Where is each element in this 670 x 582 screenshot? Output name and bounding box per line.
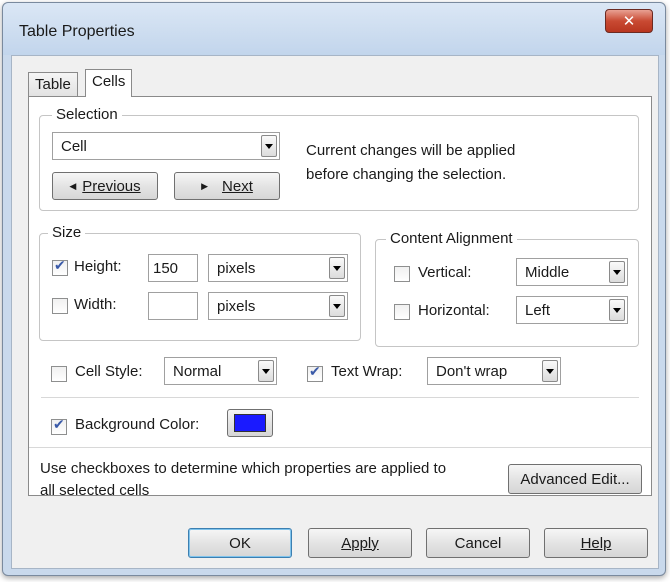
apply-label: Apply: [341, 534, 379, 552]
next-label: Next: [222, 177, 253, 195]
height-checkbox[interactable]: [52, 258, 68, 276]
cell-style-label: Cell Style:: [75, 363, 143, 380]
divider: [29, 447, 651, 448]
chevron-down-icon[interactable]: [261, 135, 277, 157]
chevron-down-icon[interactable]: [329, 257, 345, 279]
width-unit-select[interactable]: pixels: [208, 292, 348, 320]
cell-style-select[interactable]: Normal: [164, 357, 277, 385]
chevron-down-icon[interactable]: [542, 360, 558, 382]
selection-note-line1: Current changes will be applied: [306, 142, 516, 159]
text-wrap-value: Don't wrap: [436, 363, 508, 380]
horizontal-label: Horizontal:: [418, 302, 490, 319]
close-icon: ✕: [622, 12, 636, 30]
advanced-edit-label: Advanced Edit...: [520, 470, 630, 488]
help-label: Help: [580, 534, 612, 552]
height-input[interactable]: 150: [148, 254, 198, 282]
divider: [41, 397, 639, 398]
horizontal-align-value: Left: [525, 302, 551, 319]
vertical-checkbox[interactable]: [394, 266, 410, 282]
footer-note-line2: all selected cells: [40, 482, 150, 499]
width-input[interactable]: [148, 292, 198, 320]
background-color-checkbox[interactable]: [51, 417, 67, 435]
size-legend: Size: [48, 224, 86, 241]
vertical-align-value: Middle: [525, 264, 570, 281]
arrow-right-icon: ▶: [201, 180, 209, 191]
selection-group: Selection Cell ◀ Previous ▶ Next Current…: [39, 106, 639, 211]
title-bar: Table Properties ✕: [3, 3, 665, 55]
tab-table[interactable]: Table: [28, 72, 78, 96]
ok-label: OK: [229, 534, 251, 552]
previous-label: Previous: [82, 177, 141, 195]
text-wrap-checkbox[interactable]: [307, 364, 323, 382]
width-checkbox[interactable]: [52, 298, 68, 314]
color-swatch: [234, 414, 266, 432]
cell-style-checkbox[interactable]: [51, 366, 67, 382]
cancel-label: Cancel: [454, 534, 502, 552]
width-unit-value: pixels: [217, 298, 256, 315]
chevron-down-icon[interactable]: [609, 261, 625, 283]
width-label: Width:: [74, 296, 117, 313]
content-alignment-group: Content Alignment Vertical: Middle Horiz…: [375, 230, 639, 347]
cells-tab-panel: Selection Cell ◀ Previous ▶ Next Current…: [28, 96, 652, 496]
tab-cells[interactable]: Cells: [85, 69, 133, 97]
text-wrap-label: Text Wrap:: [331, 363, 403, 380]
selection-combo-value: Cell: [61, 138, 87, 155]
advanced-edit-button[interactable]: Advanced Edit...: [508, 464, 642, 494]
vertical-align-select[interactable]: Middle: [516, 258, 628, 286]
footer-note-line1: Use checkboxes to determine which proper…: [40, 460, 447, 477]
apply-button[interactable]: Apply: [308, 528, 412, 558]
height-label: Height:: [74, 258, 122, 275]
height-unit-value: pixels: [217, 260, 256, 277]
ok-button[interactable]: OK: [188, 528, 292, 558]
horizontal-align-select[interactable]: Left: [516, 296, 628, 324]
height-unit-select[interactable]: pixels: [208, 254, 348, 282]
cell-style-value: Normal: [173, 363, 222, 380]
chevron-down-icon[interactable]: [258, 360, 274, 382]
table-properties-dialog: Table Properties ✕ Table Cells Selection…: [2, 2, 666, 576]
background-color-label: Background Color:: [75, 416, 200, 433]
previous-button[interactable]: ◀ Previous: [52, 172, 158, 200]
background-color-button[interactable]: [227, 409, 273, 437]
cancel-button[interactable]: Cancel: [426, 528, 530, 558]
chevron-down-icon[interactable]: [609, 299, 625, 321]
selection-note-line2: before changing the selection.: [306, 166, 507, 183]
selection-combo[interactable]: Cell: [52, 132, 280, 160]
dialog-body: Table Cells Selection Cell ◀ Previous ▶ …: [11, 55, 659, 569]
height-input-value: 150: [153, 260, 179, 277]
horizontal-checkbox[interactable]: [394, 304, 410, 320]
vertical-label: Vertical:: [418, 264, 472, 281]
size-group: Size Height: 150 pixels Width: pixels: [39, 224, 361, 341]
help-button[interactable]: Help: [544, 528, 648, 558]
chevron-down-icon[interactable]: [329, 295, 345, 317]
dialog-title: Table Properties: [19, 23, 135, 40]
selection-legend: Selection: [52, 106, 122, 123]
next-button[interactable]: ▶ Next: [174, 172, 280, 200]
text-wrap-select[interactable]: Don't wrap: [427, 357, 561, 385]
content-alignment-legend: Content Alignment: [386, 230, 517, 247]
arrow-left-icon: ◀: [69, 180, 77, 191]
close-button[interactable]: ✕: [605, 9, 653, 33]
